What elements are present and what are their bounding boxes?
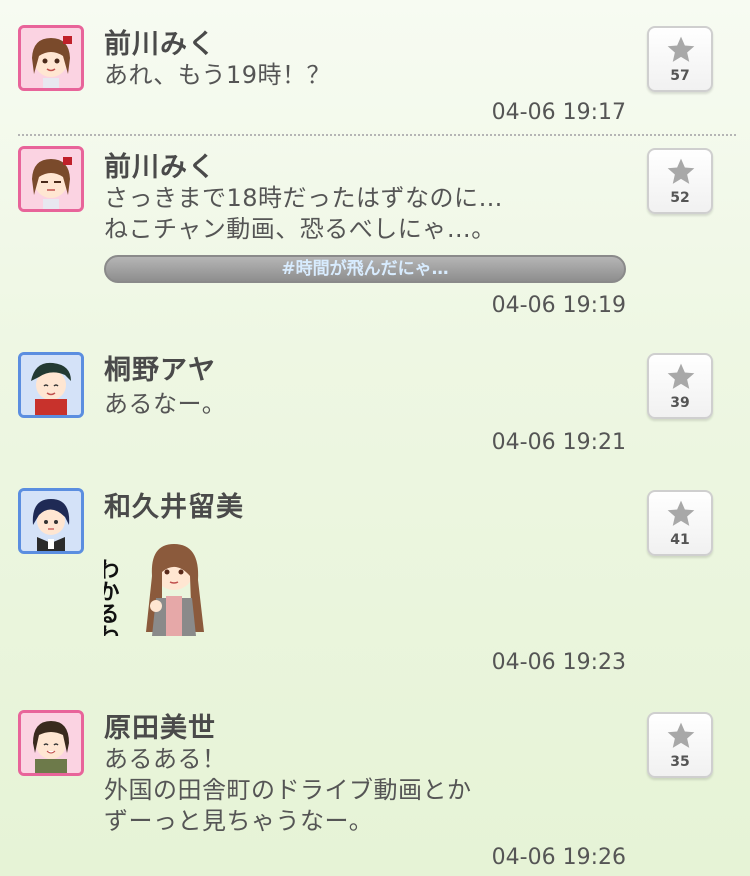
stamp-image[interactable]: わかるわ。 (94, 536, 208, 668)
timeline-feed: 前川みく あれ、もう19時！？ 04-06 19:17 57 前川みく さっきま… (0, 0, 750, 876)
avatar-portrait-icon (21, 28, 81, 88)
hashtag-button[interactable]: #時間が飛んだにゃ… (104, 255, 626, 283)
poster-name: 原田美世 (104, 713, 216, 744)
post-timestamp: 04-06 19:21 (491, 430, 626, 455)
like-count: 35 (670, 754, 690, 770)
post-message: あるなー。 (104, 390, 227, 418)
stamp-character-icon: わかるわ。 (94, 544, 204, 668)
like-count: 41 (670, 532, 690, 548)
star-icon (667, 36, 695, 62)
avatar-portrait-icon (21, 355, 81, 415)
poster-name: 和久井留美 (104, 492, 244, 523)
star-icon (667, 158, 695, 184)
post-timestamp: 04-06 19:23 (491, 650, 626, 675)
stamp-text: わかるわ。 (104, 558, 120, 636)
avatar-portrait-icon (21, 713, 81, 773)
like-count: 52 (670, 190, 690, 206)
post-message: さっきまで18時だったはずなのに… ねこチャン動画、恐るべしにゃ…。 (104, 184, 504, 243)
avatar-portrait-icon (21, 491, 81, 551)
post-timestamp: 04-06 19:19 (491, 293, 626, 318)
like-count: 57 (670, 68, 690, 84)
star-icon (667, 363, 695, 389)
like-button[interactable]: 52 (647, 148, 713, 214)
avatar-portrait-icon (21, 149, 81, 209)
like-button[interactable]: 35 (647, 712, 713, 778)
poster-name: 前川みく (104, 29, 216, 60)
avatar[interactable] (18, 25, 84, 91)
avatar[interactable] (18, 488, 84, 554)
poster-name: 前川みく (104, 152, 216, 183)
avatar[interactable] (18, 352, 84, 418)
star-icon (667, 722, 695, 748)
like-button[interactable]: 41 (647, 490, 713, 556)
poster-name: 桐野アヤ (104, 355, 216, 386)
avatar[interactable] (18, 146, 84, 212)
post-divider (18, 134, 736, 136)
post-timestamp: 04-06 19:17 (491, 100, 626, 125)
like-button[interactable]: 39 (647, 353, 713, 419)
star-icon (667, 500, 695, 526)
like-button[interactable]: 57 (647, 26, 713, 92)
avatar[interactable] (18, 710, 84, 776)
post-message: あれ、もう19時！？ (104, 61, 332, 89)
post-message: あるある！ 外国の田舎町のドライブ動画とか ずーっと見ちゃうなー。 (104, 745, 472, 835)
like-count: 39 (670, 395, 690, 411)
post-timestamp: 04-06 19:26 (491, 845, 626, 870)
